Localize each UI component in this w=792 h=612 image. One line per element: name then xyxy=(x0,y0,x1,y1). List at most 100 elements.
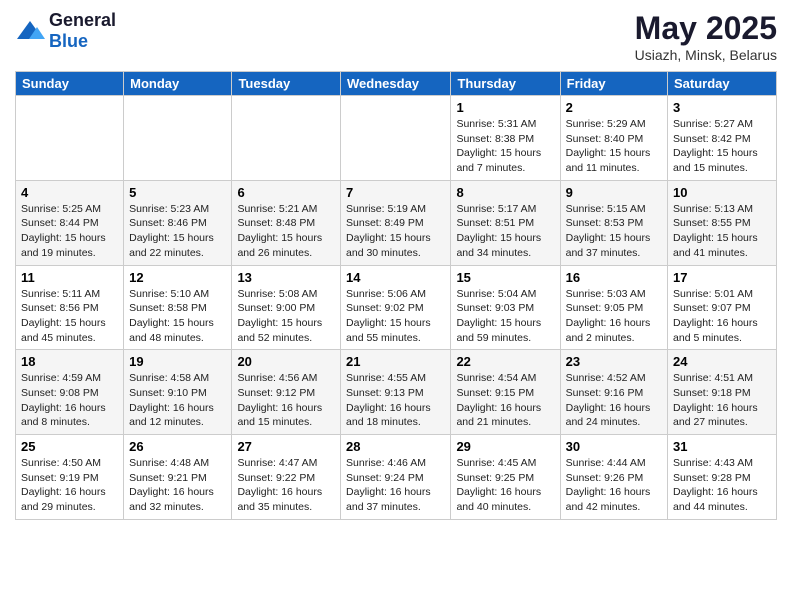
day-number: 1 xyxy=(456,100,554,115)
day-number: 7 xyxy=(346,185,445,200)
day-number: 21 xyxy=(346,354,445,369)
day-number: 27 xyxy=(237,439,335,454)
col-header-saturday: Saturday xyxy=(668,72,777,96)
day-number: 8 xyxy=(456,185,554,200)
page-title: May 2025 xyxy=(635,10,777,47)
day-info: Sunrise: 4:56 AM Sunset: 9:12 PM Dayligh… xyxy=(237,371,335,430)
calendar-cell: 6Sunrise: 5:21 AM Sunset: 8:48 PM Daylig… xyxy=(232,180,341,265)
calendar-cell: 10Sunrise: 5:13 AM Sunset: 8:55 PM Dayli… xyxy=(668,180,777,265)
day-number: 12 xyxy=(129,270,226,285)
day-info: Sunrise: 5:10 AM Sunset: 8:58 PM Dayligh… xyxy=(129,287,226,346)
calendar-cell: 19Sunrise: 4:58 AM Sunset: 9:10 PM Dayli… xyxy=(124,350,232,435)
day-number: 18 xyxy=(21,354,118,369)
title-block: May 2025 Usiazh, Minsk, Belarus xyxy=(635,10,777,63)
col-header-wednesday: Wednesday xyxy=(341,72,451,96)
day-number: 16 xyxy=(566,270,662,285)
logo: General Blue xyxy=(15,10,116,52)
day-number: 28 xyxy=(346,439,445,454)
day-info: Sunrise: 4:46 AM Sunset: 9:24 PM Dayligh… xyxy=(346,456,445,515)
day-info: Sunrise: 5:11 AM Sunset: 8:56 PM Dayligh… xyxy=(21,287,118,346)
day-info: Sunrise: 4:48 AM Sunset: 9:21 PM Dayligh… xyxy=(129,456,226,515)
day-number: 15 xyxy=(456,270,554,285)
page-subtitle: Usiazh, Minsk, Belarus xyxy=(635,47,777,63)
calendar-cell: 28 Sunrise: 4:46 AM Sunset: 9:24 PM Dayli… xyxy=(341,435,451,520)
calendar-cell xyxy=(341,96,451,181)
logo-icon xyxy=(15,19,45,44)
calendar-cell: 8Sunrise: 5:17 AM Sunset: 8:51 PM Daylig… xyxy=(451,180,560,265)
day-info: Sunrise: 4:59 AM Sunset: 9:08 PM Dayligh… xyxy=(21,371,118,430)
calendar-cell xyxy=(16,96,124,181)
day-number: 2 xyxy=(566,100,662,115)
day-info: Sunrise: 4:50 AM Sunset: 9:19 PM Dayligh… xyxy=(21,456,118,515)
day-number: 10 xyxy=(673,185,771,200)
calendar-cell xyxy=(232,96,341,181)
day-info: Sunrise: 5:03 AM Sunset: 9:05 PM Dayligh… xyxy=(566,287,662,346)
day-info: Sunrise: 5:08 AM Sunset: 9:00 PM Dayligh… xyxy=(237,287,335,346)
day-info: Sunrise: 5:04 AM Sunset: 9:03 PM Dayligh… xyxy=(456,287,554,346)
calendar-cell: 30Sunrise: 4:44 AM Sunset: 9:26 PM Dayli… xyxy=(560,435,667,520)
day-info: Sunrise: 4:55 AM Sunset: 9:13 PM Dayligh… xyxy=(346,371,445,430)
day-number: 13 xyxy=(237,270,335,285)
calendar-cell: 18 Sunrise: 4:59 AM Sunset: 9:08 PM Dayli… xyxy=(16,350,124,435)
col-header-thursday: Thursday xyxy=(451,72,560,96)
calendar-cell: 13 Sunrise: 5:08 AM Sunset: 9:00 PM Dayli… xyxy=(232,265,341,350)
day-number: 25 xyxy=(21,439,118,454)
day-number: 11 xyxy=(21,270,118,285)
day-number: 17 xyxy=(673,270,771,285)
calendar-cell: 29 Sunrise: 4:45 AM Sunset: 9:25 PM Dayli… xyxy=(451,435,560,520)
calendar-cell: 15 Sunrise: 5:04 AM Sunset: 9:03 PM Dayli… xyxy=(451,265,560,350)
day-info: Sunrise: 5:29 AM Sunset: 8:40 PM Dayligh… xyxy=(566,117,662,176)
day-info: Sunrise: 5:23 AM Sunset: 8:46 PM Dayligh… xyxy=(129,202,226,261)
day-info: Sunrise: 4:45 AM Sunset: 9:25 PM Dayligh… xyxy=(456,456,554,515)
calendar-cell: 26Sunrise: 4:48 AM Sunset: 9:21 PM Dayli… xyxy=(124,435,232,520)
day-number: 24 xyxy=(673,354,771,369)
calendar-cell: 14 Sunrise: 5:06 AM Sunset: 9:02 PM Dayli… xyxy=(341,265,451,350)
day-info: Sunrise: 5:06 AM Sunset: 9:02 PM Dayligh… xyxy=(346,287,445,346)
day-info: Sunrise: 5:31 AM Sunset: 8:38 PM Dayligh… xyxy=(456,117,554,176)
calendar-cell: 16 Sunrise: 5:03 AM Sunset: 9:05 PM Dayli… xyxy=(560,265,667,350)
calendar-cell: 25 Sunrise: 4:50 AM Sunset: 9:19 PM Dayli… xyxy=(16,435,124,520)
day-number: 6 xyxy=(237,185,335,200)
calendar-cell: 9 Sunrise: 5:15 AM Sunset: 8:53 PM Daylig… xyxy=(560,180,667,265)
day-number: 4 xyxy=(21,185,118,200)
day-info: Sunrise: 4:58 AM Sunset: 9:10 PM Dayligh… xyxy=(129,371,226,430)
day-number: 23 xyxy=(566,354,662,369)
day-number: 5 xyxy=(129,185,226,200)
day-number: 14 xyxy=(346,270,445,285)
col-header-tuesday: Tuesday xyxy=(232,72,341,96)
calendar-cell: 24 Sunrise: 4:51 AM Sunset: 9:18 PM Dayli… xyxy=(668,350,777,435)
day-number: 20 xyxy=(237,354,335,369)
day-info: Sunrise: 5:01 AM Sunset: 9:07 PM Dayligh… xyxy=(673,287,771,346)
day-info: Sunrise: 4:54 AM Sunset: 9:15 PM Dayligh… xyxy=(456,371,554,430)
calendar-cell: 5 Sunrise: 5:23 AM Sunset: 8:46 PM Daylig… xyxy=(124,180,232,265)
day-info: Sunrise: 5:19 AM Sunset: 8:49 PM Dayligh… xyxy=(346,202,445,261)
calendar-cell: 1 Sunrise: 5:31 AM Sunset: 8:38 PM Daylig… xyxy=(451,96,560,181)
calendar-cell xyxy=(124,96,232,181)
calendar-cell: 11 Sunrise: 5:11 AM Sunset: 8:56 PM Dayli… xyxy=(16,265,124,350)
calendar-cell: 21 Sunrise: 4:55 AM Sunset: 9:13 PM Dayli… xyxy=(341,350,451,435)
day-info: Sunrise: 5:15 AM Sunset: 8:53 PM Dayligh… xyxy=(566,202,662,261)
calendar-cell: 17 Sunrise: 5:01 AM Sunset: 9:07 PM Dayli… xyxy=(668,265,777,350)
day-number: 31 xyxy=(673,439,771,454)
day-number: 3 xyxy=(673,100,771,115)
day-info: Sunrise: 5:27 AM Sunset: 8:42 PM Dayligh… xyxy=(673,117,771,176)
week-row-4: 18 Sunrise: 4:59 AM Sunset: 9:08 PM Dayli… xyxy=(16,350,777,435)
logo-general: General xyxy=(49,10,116,31)
day-number: 29 xyxy=(456,439,554,454)
calendar-cell: 23 Sunrise: 4:52 AM Sunset: 9:16 PM Dayli… xyxy=(560,350,667,435)
day-number: 22 xyxy=(456,354,554,369)
week-row-3: 11 Sunrise: 5:11 AM Sunset: 8:56 PM Dayli… xyxy=(16,265,777,350)
day-info: Sunrise: 4:51 AM Sunset: 9:18 PM Dayligh… xyxy=(673,371,771,430)
calendar-cell: 31Sunrise: 4:43 AM Sunset: 9:28 PM Dayli… xyxy=(668,435,777,520)
day-info: Sunrise: 4:44 AM Sunset: 9:26 PM Dayligh… xyxy=(566,456,662,515)
day-number: 9 xyxy=(566,185,662,200)
calendar: SundayMondayTuesdayWednesdayThursdayFrid… xyxy=(15,71,777,520)
col-header-monday: Monday xyxy=(124,72,232,96)
day-info: Sunrise: 4:47 AM Sunset: 9:22 PM Dayligh… xyxy=(237,456,335,515)
page-header: General Blue May 2025 Usiazh, Minsk, Bel… xyxy=(15,10,777,63)
week-row-5: 25 Sunrise: 4:50 AM Sunset: 9:19 PM Dayli… xyxy=(16,435,777,520)
calendar-cell: 20 Sunrise: 4:56 AM Sunset: 9:12 PM Dayli… xyxy=(232,350,341,435)
col-header-friday: Friday xyxy=(560,72,667,96)
day-info: Sunrise: 4:52 AM Sunset: 9:16 PM Dayligh… xyxy=(566,371,662,430)
calendar-cell: 27 Sunrise: 4:47 AM Sunset: 9:22 PM Dayli… xyxy=(232,435,341,520)
